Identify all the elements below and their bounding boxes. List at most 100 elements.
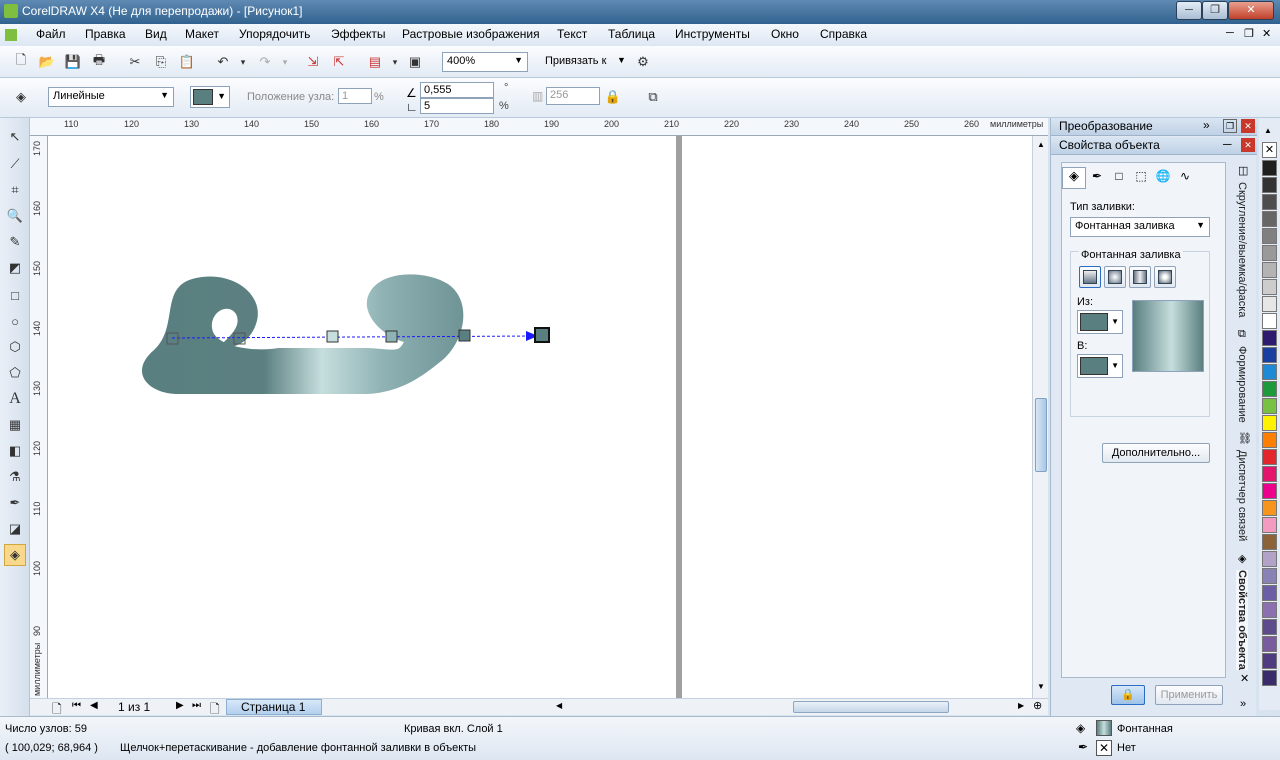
palette-swatch[interactable] — [1262, 364, 1277, 380]
advanced-button[interactable]: Дополнительно... — [1102, 443, 1210, 463]
palette-swatch[interactable] — [1262, 330, 1277, 346]
app-launcher-icon[interactable]: ▤ — [366, 53, 384, 71]
menu-effects[interactable]: Эффекты — [331, 27, 386, 41]
doc-minimize-icon[interactable]: ─ — [1226, 27, 1234, 39]
scroll-up-icon[interactable]: ▲ — [1037, 140, 1045, 149]
app-launcher-dropdown-icon[interactable]: ▾ — [386, 53, 404, 71]
crop-tool-icon[interactable]: ⌗ — [4, 179, 26, 201]
close-button[interactable]: ✕ — [1228, 1, 1274, 20]
close-icon[interactable]: ✕ — [1241, 119, 1255, 133]
palette-swatch[interactable] — [1262, 313, 1277, 329]
scroll-down-icon[interactable]: ▼ — [1037, 682, 1045, 691]
palette-swatch[interactable] — [1262, 636, 1277, 652]
edge-pad-input[interactable]: 5 — [420, 98, 494, 114]
redo-dropdown-icon[interactable]: ▾ — [276, 53, 294, 71]
shape-tool-icon[interactable]: ⟋ — [4, 153, 26, 175]
color-node-handle[interactable] — [326, 330, 339, 343]
page-tab[interactable]: Страница 1 — [226, 699, 322, 715]
palette-swatch[interactable] — [1262, 653, 1277, 669]
fill-status-swatch[interactable] — [1096, 720, 1112, 736]
palette-swatch[interactable] — [1262, 534, 1277, 550]
palette-swatch[interactable] — [1262, 228, 1277, 244]
chevron-down-icon[interactable]: ▼ — [617, 55, 626, 65]
curve-tab-icon[interactable]: ∿ — [1174, 169, 1196, 189]
detail-tab-icon[interactable]: ⬚ — [1130, 169, 1152, 189]
palette-swatch[interactable] — [1262, 517, 1277, 533]
palette-swatch[interactable] — [1262, 296, 1277, 312]
steps-input[interactable]: 256 — [546, 87, 600, 105]
interactive-blend-tool-icon[interactable]: ◧ — [4, 440, 26, 462]
general-tab-icon[interactable]: □ — [1108, 169, 1130, 189]
palette-swatch[interactable] — [1262, 211, 1277, 227]
eyedropper-tool-icon[interactable]: ⚗ — [4, 466, 26, 488]
menu-window[interactable]: Окно — [771, 27, 799, 41]
palette-swatch[interactable] — [1262, 619, 1277, 635]
paste-icon[interactable]: 📋 — [178, 53, 196, 71]
tab-link-manager[interactable]: Диспетчер связей — [1236, 450, 1248, 541]
polygon-tool-icon[interactable]: ⬡ — [4, 336, 26, 358]
undo-icon[interactable]: ↶ — [214, 53, 232, 71]
restore-icon[interactable]: ❐ — [1223, 119, 1237, 133]
menu-text[interactable]: Текст — [557, 27, 587, 41]
first-page-icon[interactable]: ⏮ — [72, 700, 81, 711]
color-node-handle[interactable] — [385, 330, 398, 343]
text-tool-icon[interactable]: A — [4, 388, 26, 410]
palette-swatch[interactable] — [1262, 670, 1277, 686]
linear-fill-icon[interactable] — [1079, 266, 1101, 288]
transform-docker-header[interactable]: Преобразование » ❐ ✕ — [1051, 118, 1257, 136]
outline-tab-icon[interactable]: ✒ — [1086, 169, 1108, 189]
options-icon[interactable]: ⚙ — [634, 53, 652, 71]
maximize-button[interactable]: ❐ — [1202, 1, 1228, 20]
lock-apply-icon[interactable]: 🔒 — [1111, 685, 1145, 705]
fill-mode-select[interactable]: Линейные ▼ — [48, 87, 174, 107]
scroll-right-icon[interactable]: ▶ — [1018, 701, 1024, 710]
minimize-button[interactable]: ─ — [1176, 1, 1202, 20]
angle-input[interactable]: 0,555 — [420, 82, 494, 98]
doc-restore-icon[interactable]: ❐ — [1244, 27, 1254, 40]
save-icon[interactable]: 💾 — [64, 53, 82, 71]
color-node-handle[interactable] — [458, 329, 471, 342]
no-color-swatch[interactable]: ✕ — [1262, 142, 1277, 158]
palette-swatch[interactable] — [1262, 381, 1277, 397]
prev-page-icon[interactable]: ◀ — [90, 700, 98, 711]
copy-icon[interactable]: ⎘ — [152, 53, 170, 71]
close-icon[interactable]: ✕ — [1240, 672, 1249, 685]
zoom-tool-icon[interactable]: 🔍 — [4, 205, 26, 227]
palette-swatch[interactable] — [1262, 347, 1277, 363]
scroll-shape[interactable] — [141, 274, 464, 394]
basic-shapes-tool-icon[interactable]: ⬠ — [4, 362, 26, 384]
open-icon[interactable]: 📂 — [38, 53, 56, 71]
internet-tab-icon[interactable]: 🌐 — [1152, 169, 1174, 189]
interactive-fill-icon[interactable]: ◈ — [12, 88, 30, 106]
table-tool-icon[interactable]: ▦ — [4, 414, 26, 436]
to-color-picker[interactable]: ▼ — [1077, 354, 1123, 378]
tab-shaping[interactable]: Формирование — [1236, 346, 1248, 423]
interactive-fill-tool-icon[interactable]: ◈ — [4, 544, 26, 566]
new-icon[interactable]: 🗋 — [12, 52, 30, 71]
freehand-tool-icon[interactable]: ✎ — [4, 231, 26, 253]
outline-tool-icon[interactable]: ✒ — [4, 492, 26, 514]
radial-fill-icon[interactable] — [1104, 266, 1126, 288]
palette-swatch[interactable] — [1262, 602, 1277, 618]
tab-object-properties[interactable]: Свойства объекта — [1236, 570, 1248, 670]
palette-swatch[interactable] — [1262, 585, 1277, 601]
outline-status-swatch[interactable]: ✕ — [1096, 740, 1112, 756]
palette-swatch[interactable] — [1262, 500, 1277, 516]
welcome-screen-icon[interactable]: ▣ — [406, 53, 424, 71]
from-color-picker[interactable]: ▼ — [1077, 310, 1123, 334]
doc-close-icon[interactable]: ✕ — [1262, 27, 1271, 40]
menu-table[interactable]: Таблица — [608, 27, 655, 41]
node-position-input[interactable]: 1 — [338, 88, 372, 104]
conical-fill-icon[interactable] — [1129, 266, 1151, 288]
fill-type-select[interactable]: Фонтанная заливка ▼ — [1070, 217, 1210, 237]
export-icon[interactable]: ⇱ — [330, 53, 348, 71]
scroll-left-icon[interactable]: ◀ — [556, 701, 562, 710]
next-page-icon[interactable]: ▶ — [176, 700, 184, 711]
vertical-scrollbar[interactable]: ▲ ▼ — [1032, 136, 1048, 698]
zoom-combo[interactable]: 400% ▼ — [442, 52, 528, 72]
minimize-icon[interactable]: ─ — [1223, 137, 1232, 151]
node-color-picker[interactable]: ▼ — [190, 86, 230, 108]
menu-tools[interactable]: Инструменты — [675, 27, 750, 41]
menu-file[interactable]: Файл — [36, 27, 66, 41]
palette-swatch[interactable] — [1262, 279, 1277, 295]
